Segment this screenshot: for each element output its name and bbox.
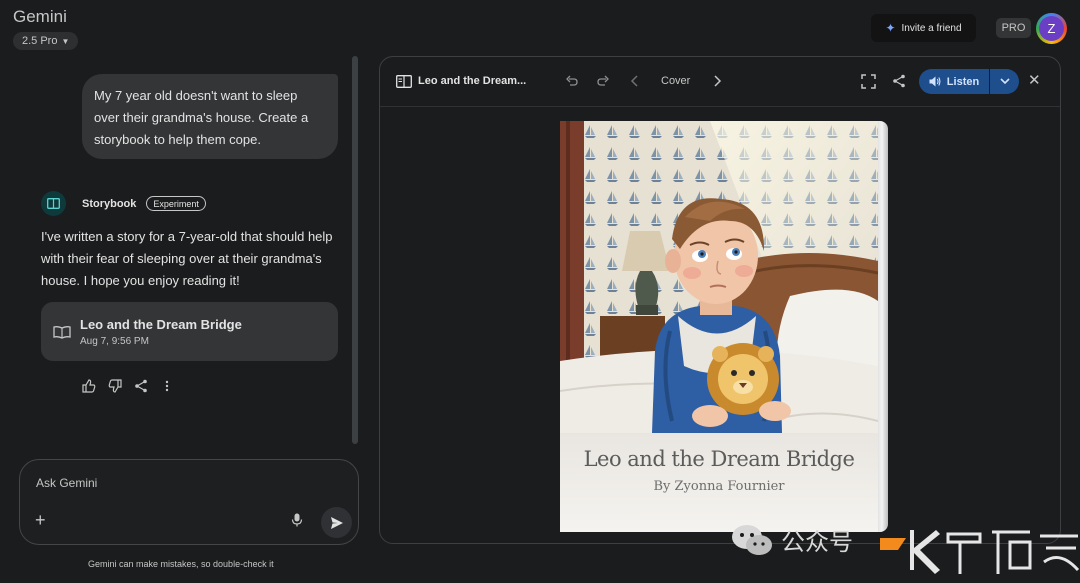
book-open-icon (53, 325, 71, 339)
panel-toolbar: Leo and the Dream... Cover Listen ✕ (380, 57, 1060, 107)
watermark-logo-icon (880, 530, 1080, 574)
fullscreen-icon[interactable] (860, 73, 876, 89)
app-title: Gemini (13, 7, 67, 26)
chevron-down-icon (999, 78, 1010, 85)
disclaimer: Gemini can make mistakes, so double-chec… (88, 559, 274, 569)
agent-reply: I've written a story for a 7-year-old th… (41, 229, 333, 288)
caret-down-icon: ▼ (61, 36, 70, 46)
experiment-badge: Experiment (146, 196, 206, 211)
listen-options-button[interactable] (990, 69, 1019, 94)
storybook-icon (41, 191, 66, 216)
panel-title: Leo and the Dream... (418, 75, 527, 87)
sparkle-icon: ✦ (885, 21, 896, 35)
redo-icon[interactable] (595, 73, 611, 89)
plus-icon[interactable]: + (35, 510, 46, 531)
book-title: Leo and the Dream Bridge (583, 447, 855, 471)
book-cover[interactable]: Leo and the Dream Bridge By Zyonna Fourn… (560, 121, 888, 532)
speaker-icon (929, 76, 941, 87)
thumbs-up-icon[interactable] (82, 379, 96, 393)
more-vert-icon[interactable] (160, 379, 174, 393)
close-icon[interactable]: ✕ (1028, 71, 1041, 89)
agent-header: Storybook Experiment (41, 191, 206, 216)
prev-page-icon[interactable] (627, 73, 643, 89)
prompt-input-box[interactable]: Ask Gemini + (19, 459, 359, 545)
book-author: By Zyonna Fournier (653, 479, 785, 494)
wechat-icon (732, 524, 772, 555)
thumbs-down-icon[interactable] (108, 379, 122, 393)
undo-icon[interactable] (564, 73, 580, 89)
watermark: 公众号 (731, 522, 853, 557)
model-label: 2.5 Pro (22, 35, 58, 47)
listen-button[interactable]: Listen (919, 69, 989, 94)
send-icon (330, 516, 343, 529)
message-actions (82, 379, 174, 393)
invite-friend-button[interactable]: ✦ Invite a friend (871, 14, 976, 42)
share-icon[interactable] (134, 379, 148, 393)
share-icon[interactable] (891, 73, 907, 89)
next-page-icon[interactable] (709, 73, 725, 89)
card-title: Leo and the Dream Bridge (80, 316, 242, 332)
avatar-letter: Z (1039, 16, 1064, 41)
avatar[interactable]: Z (1036, 13, 1067, 44)
book-icon (396, 75, 412, 88)
storybook-panel: Leo and the Dream... Cover Listen ✕ Leo … (379, 56, 1061, 544)
microphone-icon[interactable] (291, 513, 303, 527)
chat-scrollbar[interactable] (352, 56, 358, 444)
user-message: My 7 year old doesn't want to sleep over… (82, 74, 338, 159)
watermark-text: 公众号 (781, 528, 853, 556)
send-button[interactable] (321, 507, 352, 538)
listen-label: Listen (946, 75, 980, 88)
prompt-placeholder[interactable]: Ask Gemini (36, 476, 97, 490)
page-label: Cover (661, 75, 691, 87)
pro-badge: PRO (996, 18, 1031, 38)
invite-label: Invite a friend (901, 22, 962, 34)
cover-title-band: Leo and the Dream Bridge By Zyonna Fourn… (560, 433, 878, 532)
agent-name: Storybook (82, 197, 137, 210)
storybook-card[interactable]: Leo and the Dream Bridge Aug 7, 9:56 PM (41, 302, 338, 361)
card-date: Aug 7, 9:56 PM (80, 335, 149, 347)
model-selector[interactable]: 2.5 Pro ▼ (13, 32, 79, 50)
